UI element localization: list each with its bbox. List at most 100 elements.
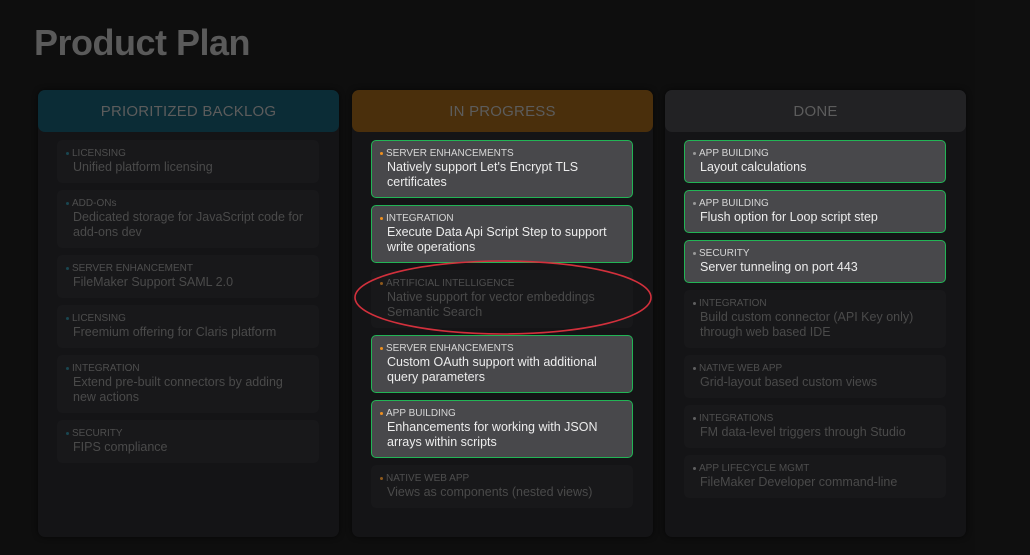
bullet-dot-icon (380, 411, 383, 415)
task-category: SECURITY (693, 247, 936, 260)
task-category-label: SERVER ENHANCEMENTS (386, 148, 514, 159)
task-card[interactable]: ARTIFICIAL INTELLIGENCE Native support fo… (371, 270, 633, 328)
task-title: FM data-level triggers through Studio (700, 425, 906, 439)
task-category-label: SERVER ENHANCEMENTS (386, 343, 514, 354)
task-category-label: APP BUILDING (386, 408, 456, 419)
column-in-progress: IN PROGRESS SERVER ENHANCEMENTS Natively … (352, 90, 653, 537)
bullet-dot-icon (380, 281, 383, 285)
task-title: Dedicated storage for JavaScript code fo… (73, 210, 303, 239)
task-card[interactable]: SECURITY FIPS compliance (57, 420, 319, 463)
bullet-dot-icon (66, 266, 69, 270)
task-category-label: SECURITY (699, 248, 750, 259)
task-category-label: INTEGRATIONS (699, 413, 774, 424)
bullet-dot-icon (380, 216, 383, 220)
task-category: SERVER ENHANCEMENT (66, 262, 309, 275)
task-category-label: INTEGRATION (72, 363, 140, 374)
task-card[interactable]: ADD-ONs Dedicated storage for JavaScript … (57, 190, 319, 248)
task-category-label: NATIVE WEB APP (699, 363, 783, 374)
task-category: APP LIFECYCLE MGMT (693, 462, 936, 475)
task-card[interactable]: APP LIFECYCLE MGMT FileMaker Developer co… (684, 455, 946, 498)
task-title: Freemium offering for Claris platform (73, 325, 277, 339)
bullet-dot-icon (693, 466, 696, 470)
card-list: SERVER ENHANCEMENTS Natively support Let'… (371, 140, 633, 515)
bullet-dot-icon (693, 251, 696, 255)
task-category-label: LICENSING (72, 148, 126, 159)
bullet-dot-icon (693, 366, 696, 370)
task-title: Enhancements for working with JSON array… (387, 420, 598, 449)
task-category: ARTIFICIAL INTELLIGENCE (380, 277, 623, 290)
bullet-dot-icon (380, 476, 383, 480)
task-card[interactable]: NATIVE WEB APP Views as components (neste… (371, 465, 633, 508)
task-card[interactable]: INTEGRATION Extend pre-built connectors b… (57, 355, 319, 413)
column-header-backlog[interactable]: PRIORITIZED BACKLOG (38, 90, 339, 132)
column-header-done[interactable]: DONE (665, 90, 966, 132)
task-category: APP BUILDING (380, 407, 623, 420)
card-list: LICENSING Unified platform licensing ADD-O… (57, 140, 319, 470)
task-category: ADD-ONs (66, 197, 309, 210)
task-category-label: ARTIFICIAL INTELLIGENCE (386, 278, 515, 289)
task-card[interactable]: SERVER ENHANCEMENTS Natively support Let'… (371, 140, 633, 198)
task-category: SERVER ENHANCEMENTS (380, 147, 623, 160)
task-title: FIPS compliance (73, 440, 168, 454)
task-category-label: LICENSING (72, 313, 126, 324)
bullet-dot-icon (380, 151, 383, 155)
bullet-dot-icon (66, 201, 69, 205)
page-title: Product Plan (34, 22, 251, 63)
task-title: FileMaker Developer command-line (700, 475, 898, 489)
task-category: INTEGRATIONS (693, 412, 936, 425)
task-card[interactable]: LICENSING Unified platform licensing (57, 140, 319, 183)
task-category-label: SECURITY (72, 428, 123, 439)
column-header-in-progress[interactable]: IN PROGRESS (352, 90, 653, 132)
bullet-dot-icon (66, 366, 69, 370)
task-title: Extend pre-built connectors by adding ne… (73, 375, 283, 404)
column-prioritized-backlog: PRIORITIZED BACKLOG LICENSING Unified pla… (38, 90, 339, 537)
bullet-dot-icon (693, 416, 696, 420)
task-category-label: APP LIFECYCLE MGMT (699, 463, 810, 474)
task-title: Views as components (nested views) (387, 485, 593, 499)
column-done: DONE APP BUILDING Layout calculations APP … (665, 90, 966, 537)
task-category: LICENSING (66, 312, 309, 325)
task-card[interactable]: SERVER ENHANCEMENTS Custom OAuth support … (371, 335, 633, 393)
task-category-label: ADD-ONs (72, 198, 117, 209)
bullet-dot-icon (693, 201, 696, 205)
task-card[interactable]: INTEGRATION Build custom connector (API K… (684, 290, 946, 348)
task-category-label: APP BUILDING (699, 148, 769, 159)
task-card[interactable]: APP BUILDING Flush option for Loop script… (684, 190, 946, 233)
task-category: APP BUILDING (693, 197, 936, 210)
task-category: INTEGRATION (693, 297, 936, 310)
task-title: Grid-layout based custom views (700, 375, 878, 389)
page-margin (975, 0, 1030, 555)
bullet-dot-icon (693, 151, 696, 155)
task-card[interactable]: SECURITY Server tunneling on port 443 (684, 240, 946, 283)
task-category-label: INTEGRATION (386, 213, 454, 224)
task-card[interactable]: INTEGRATIONS FM data-level triggers throu… (684, 405, 946, 448)
bullet-dot-icon (66, 151, 69, 155)
task-category-label: APP BUILDING (699, 198, 769, 209)
bullet-dot-icon (66, 431, 69, 435)
task-card[interactable]: INTEGRATION Execute Data Api Script Step … (371, 205, 633, 263)
task-title: Natively support Let's Encrypt TLS certi… (387, 160, 579, 189)
task-title: Custom OAuth support with additional que… (387, 355, 597, 384)
task-category-label: INTEGRATION (699, 298, 767, 309)
task-category-label: SERVER ENHANCEMENT (72, 263, 193, 274)
task-title: Layout calculations (700, 160, 807, 174)
task-category: SERVER ENHANCEMENTS (380, 342, 623, 355)
task-category: LICENSING (66, 147, 309, 160)
task-title: Server tunneling on port 443 (700, 260, 858, 274)
bullet-dot-icon (66, 316, 69, 320)
task-card[interactable]: APP BUILDING Layout calculations (684, 140, 946, 183)
task-category-label: NATIVE WEB APP (386, 473, 470, 484)
task-title: Flush option for Loop script step (700, 210, 878, 224)
bullet-dot-icon (693, 301, 696, 305)
task-title: Execute Data Api Script Step to support … (387, 225, 607, 254)
task-card[interactable]: SERVER ENHANCEMENT FileMaker Support SAML… (57, 255, 319, 298)
task-category: SECURITY (66, 427, 309, 440)
task-category: INTEGRATION (66, 362, 309, 375)
task-card[interactable]: NATIVE WEB APP Grid-layout based custom v… (684, 355, 946, 398)
task-card[interactable]: LICENSING Freemium offering for Claris pl… (57, 305, 319, 348)
bullet-dot-icon (380, 346, 383, 350)
task-title: Build custom connector (API Key only) th… (700, 310, 914, 339)
task-card[interactable]: APP BUILDING Enhancements for working wit… (371, 400, 633, 458)
task-title: Unified platform licensing (73, 160, 213, 174)
task-category: NATIVE WEB APP (380, 472, 623, 485)
